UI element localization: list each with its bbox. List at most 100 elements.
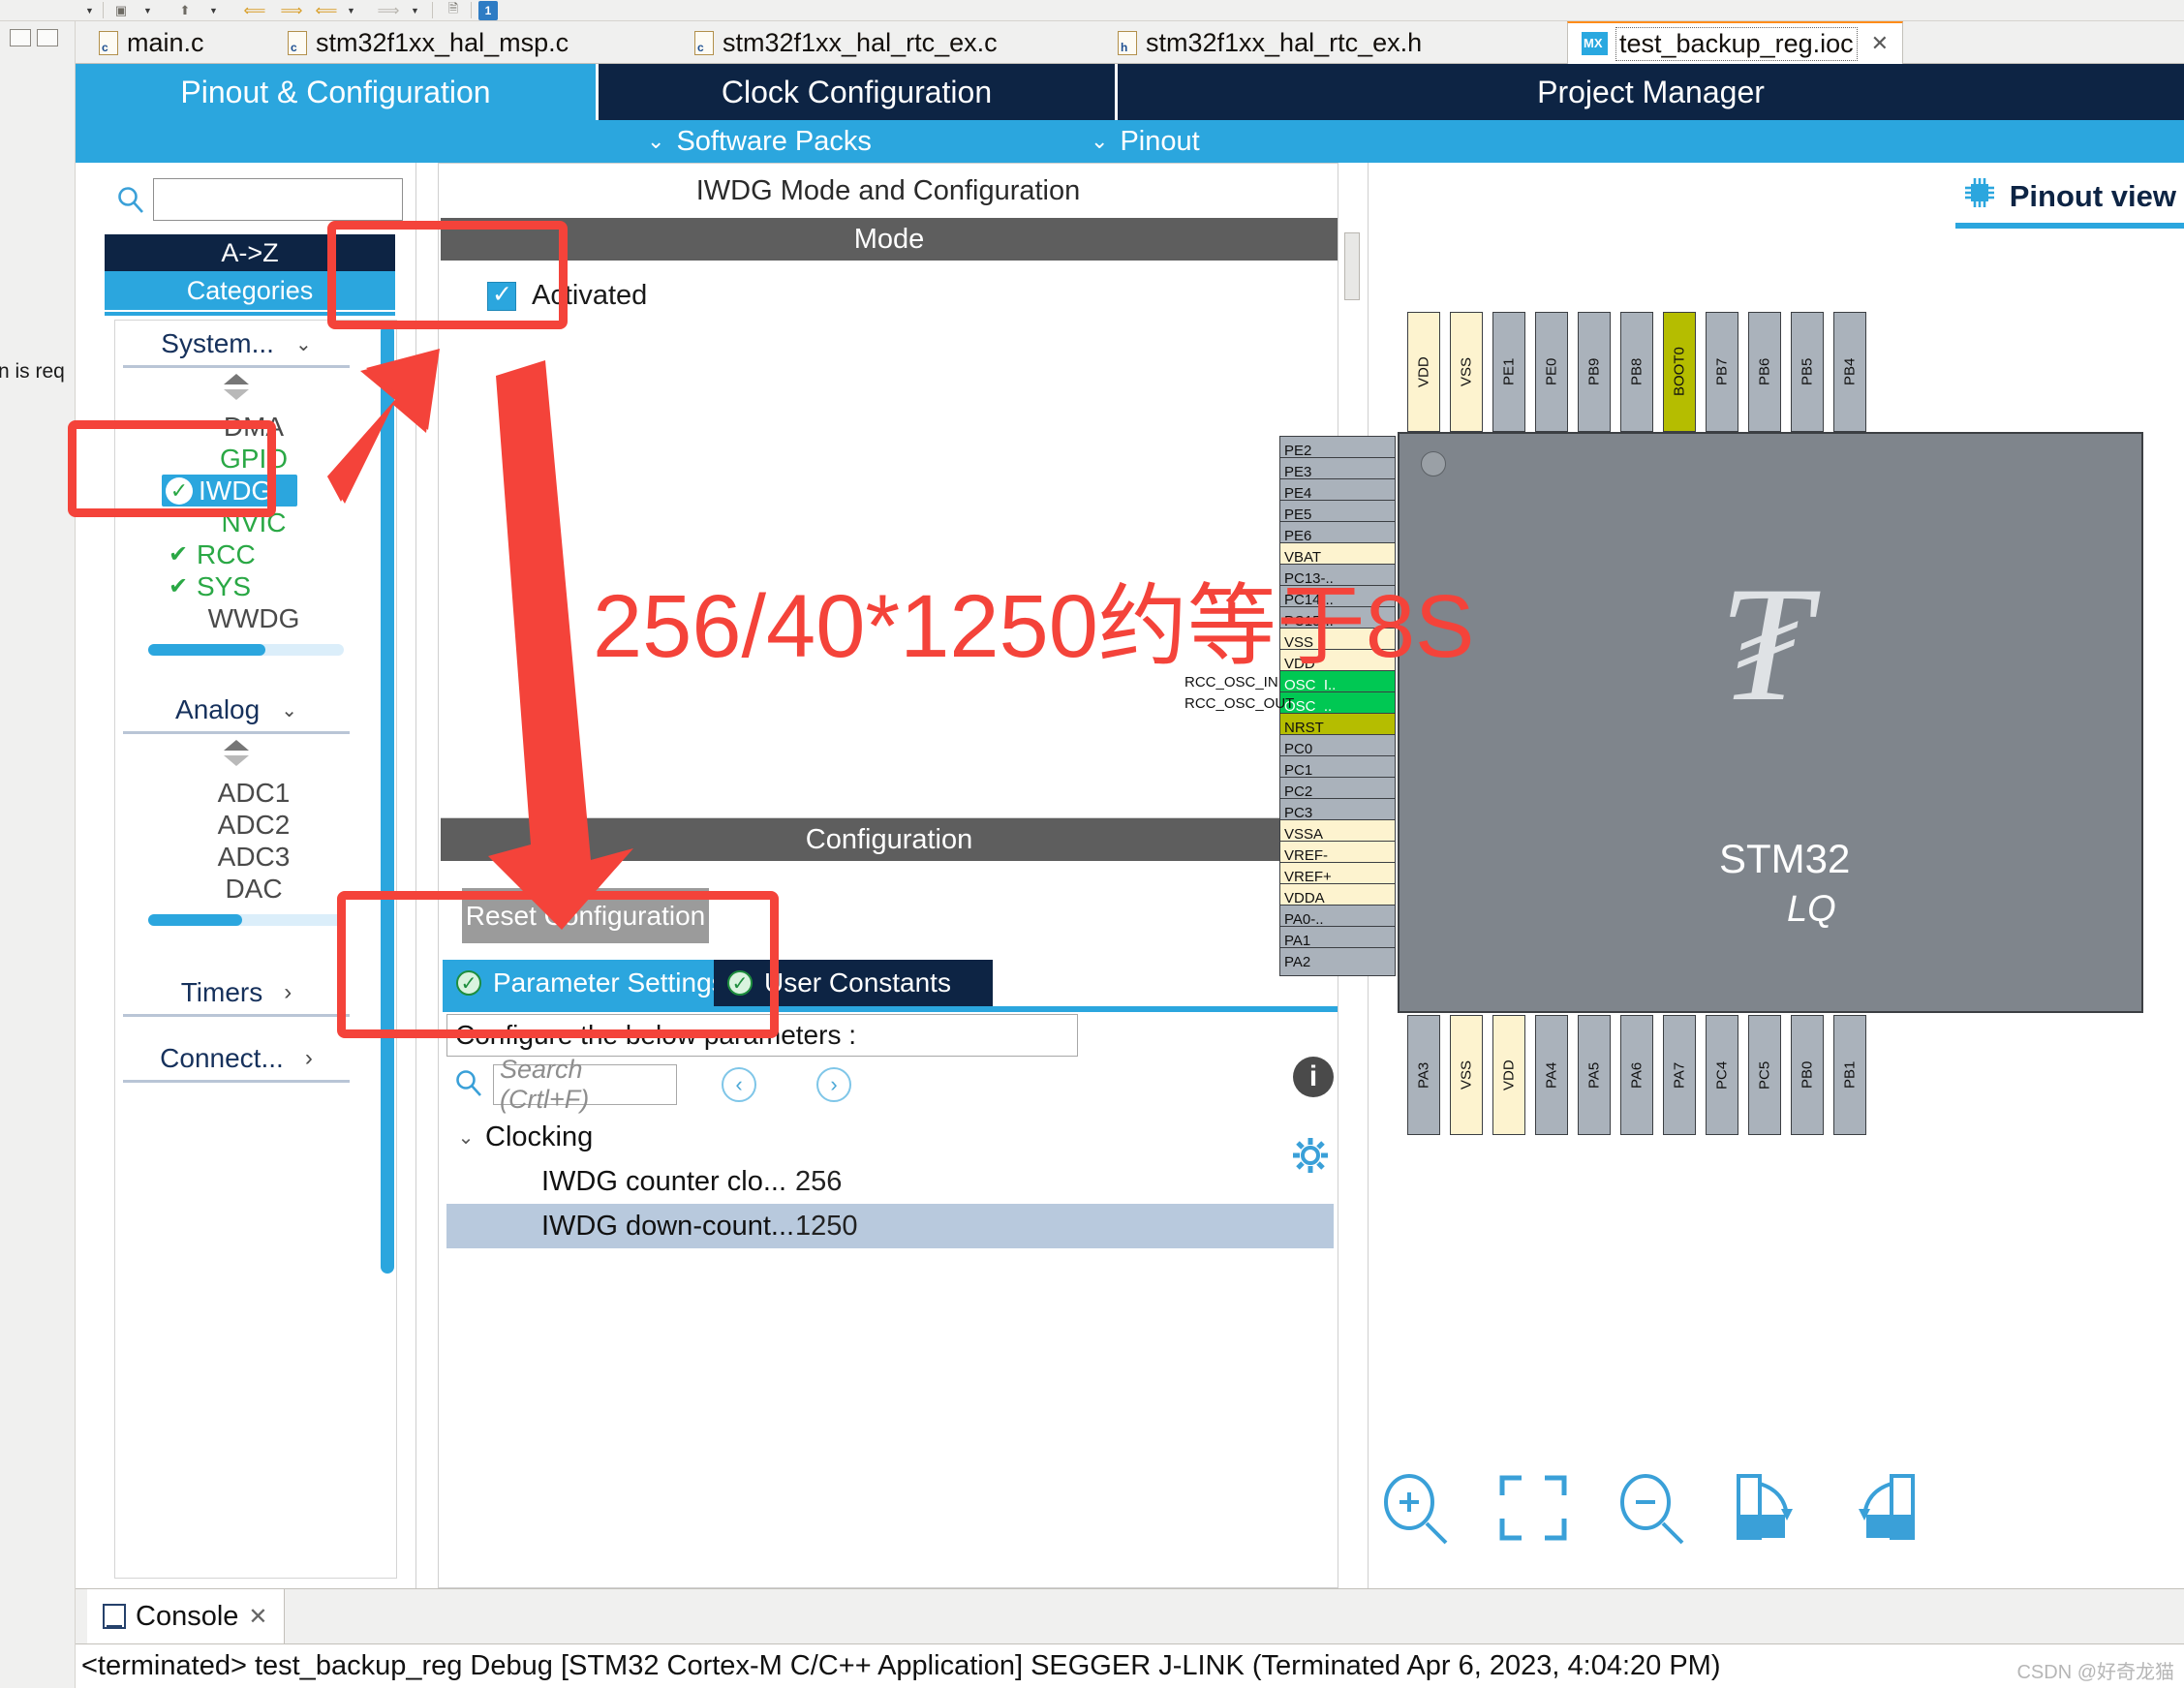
sidebar-item-wwdg[interactable]: WWDG [115,602,357,634]
pin-bottom-7[interactable]: PC4 [1706,1015,1738,1135]
pin-bottom-8[interactable]: PC5 [1748,1015,1781,1135]
run-icon[interactable]: ▣ [110,1,132,20]
caret-down-icon[interactable]: ▼ [411,1,419,20]
pin-top-5[interactable]: PB8 [1620,312,1653,432]
tree-group-header-system[interactable]: System... ⌄ [115,322,357,365]
caret-down-icon[interactable]: ▼ [347,1,355,20]
back-arrow-icon[interactable]: ⟸ [314,1,339,20]
pin-bottom-5[interactable]: PA6 [1620,1015,1653,1135]
annotation-formula-text: 256/40*1250约等于8S [593,577,1475,676]
forward-arrow-icon[interactable]: ⟹ [279,1,304,20]
forward-arrow-gray-icon[interactable]: ⟹ [376,1,401,20]
scroll-up-down-spinner[interactable] [224,740,249,769]
activated-checkbox-row[interactable]: Activated [441,257,1338,312]
pin-label: VSS [1458,357,1475,387]
parameter-search-input[interactable]: Search (Crtl+F) [493,1055,677,1114]
sidebar-search-input[interactable] [153,178,403,221]
sidebar-item-sys[interactable]: ✔ SYS [115,570,357,602]
parameter-row-down-counter[interactable]: IWDG down-count... 1250 [446,1204,1334,1248]
sidebar-item-adc3[interactable]: ADC3 [115,841,357,873]
zoom-out-icon[interactable] [1613,1470,1690,1548]
pin-bottom-1[interactable]: VSS [1450,1015,1483,1135]
new-window-icon[interactable]: 🗎 [442,1,465,20]
pin-bottom-6[interactable]: PA7 [1663,1015,1696,1135]
editor-tab-main-c[interactable]: main.c [85,21,218,64]
sidebar-item-adc2[interactable]: ADC2 [115,809,357,841]
editor-tab-rtc-ex-h[interactable]: stm32f1xx_hal_rtc_ex.h [1104,21,1435,64]
parameter-value[interactable]: 1250 [795,1211,858,1243]
pin-bottom-0[interactable]: PA3 [1407,1015,1440,1135]
caret-down-icon[interactable]: ▼ [209,1,218,20]
pin-top-2[interactable]: PE1 [1492,312,1525,432]
caret-down-icon[interactable]: ▼ [85,1,94,20]
up-arrow-icon[interactable]: ⬆ [174,1,196,20]
pin-top-6[interactable]: BOOT0 [1663,312,1696,432]
back-arrow-icon[interactable]: ⟸ [242,1,267,20]
console-view: Console ✕ <terminated> test_backup_reg D… [76,1588,2184,1689]
zoom-in-icon[interactable] [1376,1470,1454,1548]
caret-down-icon[interactable]: ▼ [143,1,152,20]
st-logo-icon: ₮ [1719,553,1811,735]
sidebar-item-dac[interactable]: DAC [115,873,357,905]
pin-top-0[interactable]: VDD [1407,312,1440,432]
restore-view-icon[interactable] [10,29,31,46]
pin-bottom-3[interactable]: PA4 [1535,1015,1568,1135]
horizontal-scrollbar[interactable] [148,914,344,926]
pin-label: VSSA [1284,825,1324,843]
pin-top-4[interactable]: PB9 [1578,312,1611,432]
sidebar-item-adc1[interactable]: ADC1 [115,777,357,809]
tab-project-manager[interactable]: Project Manager [1118,64,2184,120]
info-icon[interactable]: i [1293,1057,1334,1097]
notification-badge[interactable]: 1 [478,1,498,20]
tree-group-header-connectivity[interactable]: Connect... › [115,1037,357,1080]
parameter-value[interactable]: 256 [795,1166,842,1198]
pin-top-1[interactable]: VSS [1450,312,1483,432]
parameter-name: Clocking [485,1121,594,1152]
close-icon[interactable]: ✕ [1871,31,1889,56]
gear-icon[interactable] [1291,1136,1328,1173]
pin-bottom-9[interactable]: PB0 [1791,1015,1824,1135]
scroll-up-down-spinner[interactable] [224,374,249,403]
pin-left-24[interactable]: PA2 [1279,947,1396,976]
console-tab[interactable]: Console ✕ [87,1589,285,1643]
tab-pinout-configuration[interactable]: Pinout & Configuration [76,64,596,120]
horizontal-scrollbar[interactable] [148,644,344,656]
tree-group-header-timers[interactable]: Timers › [115,971,357,1014]
close-icon[interactable]: ✕ [248,1603,267,1631]
rotate-right-icon[interactable] [1729,1470,1806,1548]
tab-clock-configuration[interactable]: Clock Configuration [599,64,1115,120]
pin-top-10[interactable]: PB4 [1833,312,1866,432]
editor-tab-ioc[interactable]: test_backup_reg.ioc ✕ [1567,21,1904,64]
pin-label: PE4 [1284,484,1312,502]
sidebar-item-label: ADC2 [217,809,291,840]
editor-tab-rtc-ex-c[interactable]: stm32f1xx_hal_rtc_ex.c [681,21,1011,64]
divider [123,365,350,368]
rotate-left-icon[interactable] [1845,1470,1923,1548]
maximize-view-icon[interactable] [37,29,58,46]
pin-bottom-2[interactable]: VDD [1492,1015,1525,1135]
expand-all-icon[interactable]: › [816,1067,851,1102]
fit-to-screen-icon[interactable] [1494,1470,1572,1548]
sidebar-scrollbar[interactable] [381,324,394,1274]
pin-top-3[interactable]: PE0 [1535,312,1568,432]
parameter-group-clocking[interactable]: ⌄ Clocking [446,1115,1334,1159]
panel-splitter-left[interactable] [1344,232,1360,300]
sidebar-item-rcc[interactable]: ✔ RCC [115,538,357,570]
sidebar-item-label: SYS [197,570,252,601]
pin-top-7[interactable]: PB7 [1706,312,1738,432]
collapse-all-icon[interactable]: ‹ [722,1067,756,1102]
pin-label: PB8 [1628,357,1646,386]
editor-tab-hal-msp-c[interactable]: stm32f1xx_hal_msp.c [274,21,582,64]
pin-top-9[interactable]: PB5 [1791,312,1824,432]
chevron-down-icon: ⌄ [1091,129,1109,153]
tree-group-header-analog[interactable]: Analog ⌄ [115,689,357,731]
software-packs-menu[interactable]: ⌄ Software Packs [647,120,872,163]
pin-bottom-4[interactable]: PA5 [1578,1015,1611,1135]
pinout-menu[interactable]: ⌄ Pinout [1091,120,1200,163]
pin-bottom-10[interactable]: PB1 [1833,1015,1866,1135]
pin-top-8[interactable]: PB6 [1748,312,1781,432]
editor-tab-bar: main.c stm32f1xx_hal_msp.c stm32f1xx_hal… [76,21,2184,64]
parameter-row-counter-clock[interactable]: IWDG counter clo... 256 [446,1159,1334,1204]
chevron-down-icon[interactable]: ⌄ [446,1125,485,1150]
chip-body[interactable]: ₮ STM32 LQ [1398,432,2143,1013]
